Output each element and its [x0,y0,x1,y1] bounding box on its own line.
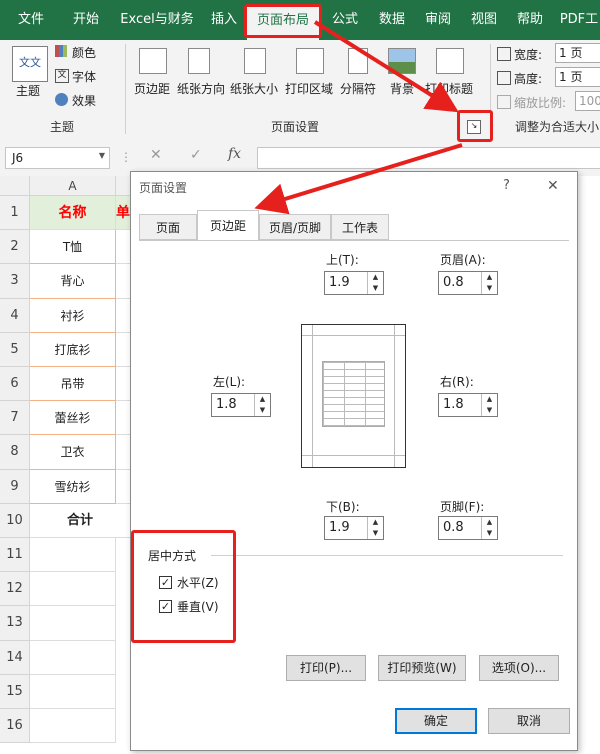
annotation-arrows [254,20,463,215]
arrow-to-margins-tab [254,143,463,215]
arrow-to-launcher [313,20,459,113]
